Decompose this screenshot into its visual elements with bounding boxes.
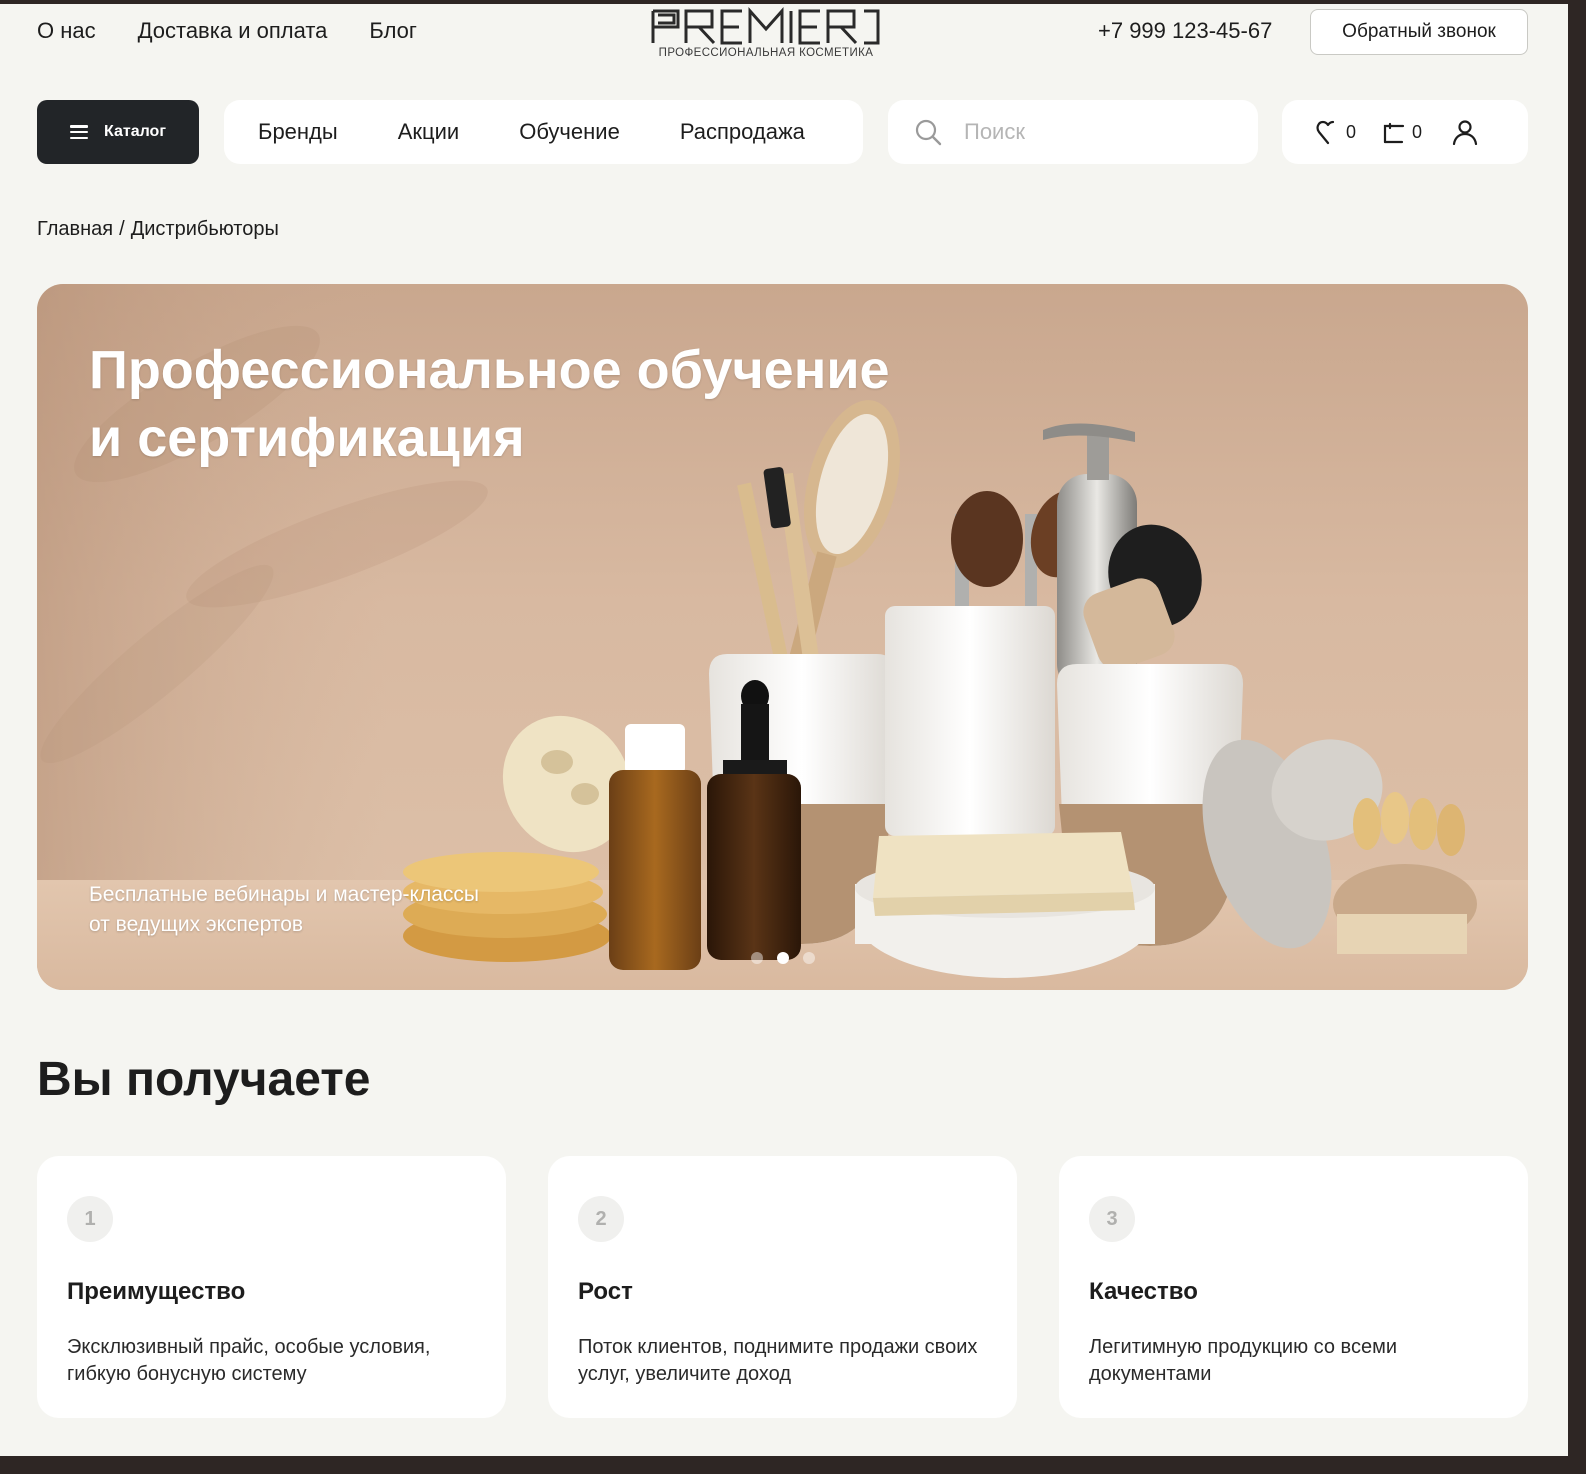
nav-sale[interactable]: Распродажа: [680, 119, 805, 145]
top-link-delivery[interactable]: Доставка и оплата: [138, 18, 328, 44]
slider-dot[interactable]: [803, 952, 815, 964]
breadcrumb-current: Дистрибьюторы: [130, 218, 279, 240]
benefit-card: 1 Преимущество Эксклюзивный прайс, особы…: [37, 1156, 506, 1418]
card-title: Преимущество: [67, 1278, 246, 1305]
heart-icon: [1316, 120, 1335, 145]
hero-subtitle-line-2: от ведущих экспертов: [89, 913, 304, 936]
slider-dots: [751, 952, 815, 964]
breadcrumb: Главная / Дистрибьюторы: [37, 218, 279, 241]
nav-brands[interactable]: Бренды: [258, 119, 338, 145]
top-nav: О нас Доставка и оплата Блог: [37, 18, 417, 44]
hero-banner[interactable]: Профессиональное обучение и сертификация…: [37, 284, 1528, 990]
nav-training[interactable]: Обучение: [519, 119, 620, 145]
slider-dot[interactable]: [751, 952, 763, 964]
cart-button[interactable]: 0: [1382, 120, 1422, 144]
cart-count: 0: [1412, 121, 1423, 142]
logo[interactable]: профессиональная косметика: [650, 7, 882, 63]
top-link-blog[interactable]: Блог: [369, 18, 417, 44]
hamburger-menu-icon: [70, 125, 88, 139]
hero-subtitle-line-1: Бесплатные вебинары и мастер-классы: [89, 883, 479, 906]
favorites-button[interactable]: 0: [1316, 119, 1356, 145]
card-title: Рост: [578, 1278, 633, 1305]
benefit-card: 2 Рост Поток клиентов, поднимите продажи…: [548, 1156, 1017, 1418]
logo-subtitle: профессиональная косметика: [658, 47, 874, 59]
logo-wordmark: [651, 7, 880, 45]
card-text: Эксклюзивный прайс, особые условия, гибк…: [67, 1336, 431, 1385]
slider-dot-active[interactable]: [777, 952, 789, 964]
card-number-badge: 3: [1089, 1196, 1135, 1242]
top-link-about[interactable]: О нас: [37, 18, 96, 44]
card-text: Поток клиентов, поднимите продажи своих …: [578, 1336, 978, 1385]
hero-subtitle: Бесплатные вебинары и мастер-классы от в…: [89, 880, 569, 940]
search-input[interactable]: [964, 119, 1234, 145]
breadcrumb-home[interactable]: Главная: [37, 218, 113, 241]
user-actions: 0 0: [1282, 100, 1528, 164]
favorites-count: 0: [1346, 121, 1357, 142]
section-title: Вы получаете: [37, 1053, 371, 1106]
user-icon: [1452, 120, 1478, 145]
cart-icon: [1383, 122, 1405, 144]
benefit-cards: 1 Преимущество Эксклюзивный прайс, особы…: [37, 1156, 1528, 1418]
page: О нас Доставка и оплата Блог ПРОФЕССИОНА…: [0, 4, 1568, 1456]
main-nav: Бренды Акции Обучение Распродажа: [224, 100, 863, 164]
phone-number[interactable]: +7 999 123-45-67: [1098, 18, 1272, 44]
card-text: Легитимную продукцию со всеми документам…: [1089, 1336, 1397, 1385]
catalog-button[interactable]: Каталог: [37, 100, 199, 164]
card-number-badge: 1: [67, 1196, 113, 1242]
benefit-card: 3 Качество Легитимную продукцию со всеми…: [1059, 1156, 1528, 1418]
breadcrumb-separator: /: [119, 218, 125, 240]
catalog-label: Каталог: [104, 123, 166, 140]
card-title: Качество: [1089, 1278, 1198, 1305]
nav-promotions[interactable]: Акции: [398, 119, 459, 145]
search-icon: [915, 119, 942, 146]
hero-title-line-1: Профессиональное обучение: [89, 340, 890, 400]
search-box: [888, 100, 1258, 164]
hero-title-line-2: и сертификация: [89, 408, 525, 468]
account-button[interactable]: [1452, 119, 1478, 145]
callback-button[interactable]: Обратный звонок: [1310, 9, 1528, 55]
hero-title: Профессиональное обучение и сертификация: [89, 336, 949, 472]
card-number-badge: 2: [578, 1196, 624, 1242]
